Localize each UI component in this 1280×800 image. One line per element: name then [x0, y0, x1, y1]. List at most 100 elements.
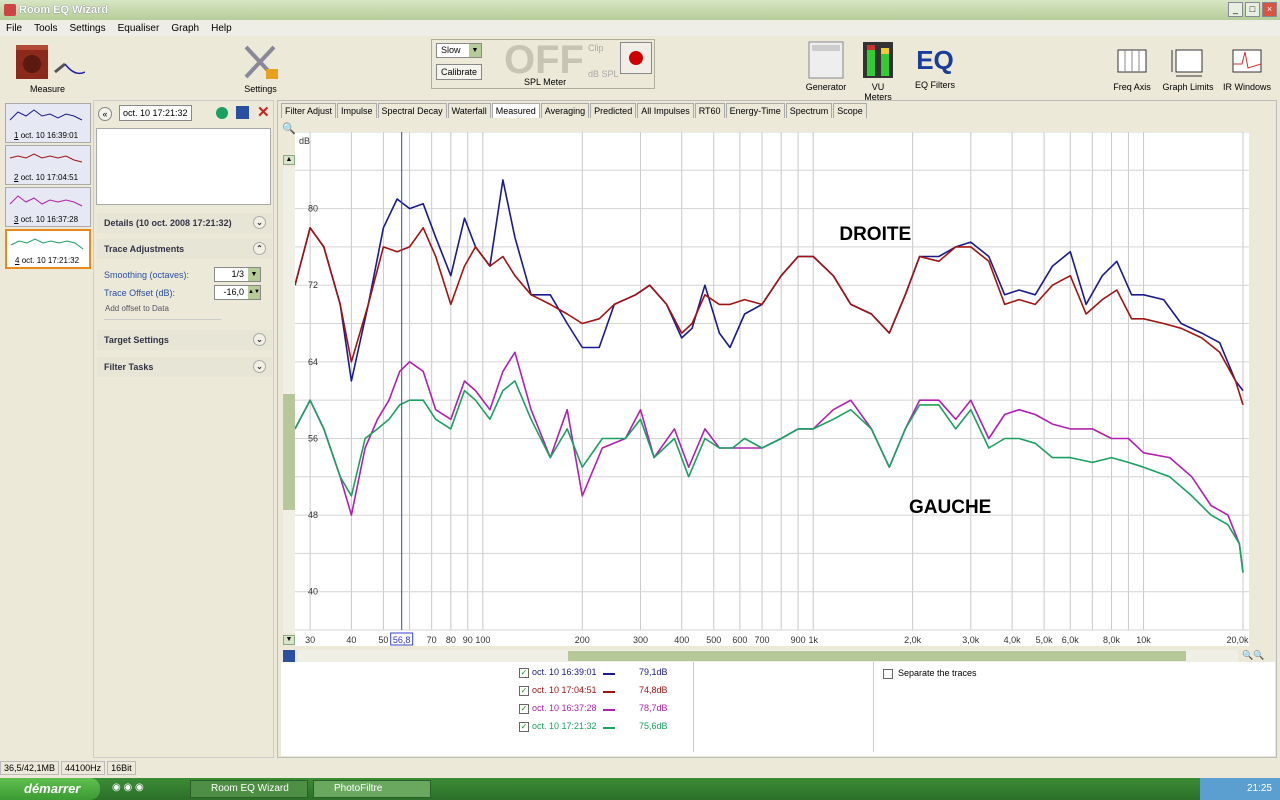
- save-graph-icon[interactable]: [283, 650, 295, 662]
- details-title: Details (10 oct. 2008 17:21:32): [104, 218, 232, 228]
- save-icon[interactable]: [236, 106, 249, 119]
- memory-status: 36,5/42,1MB: [0, 761, 60, 775]
- legend-label: oct. 10 17:04:51: [532, 685, 597, 695]
- x-tick-label: 200: [575, 635, 590, 645]
- x-tick-label: 100: [475, 635, 490, 645]
- x-tick-label: 600: [732, 635, 747, 645]
- spinner-arrows-icon[interactable]: ▲▼: [248, 286, 260, 299]
- menu-bar: File Tools Settings Equaliser Graph Help: [0, 20, 1280, 36]
- spl-meter-label: SPL Meter: [524, 77, 567, 87]
- legend-checkbox[interactable]: ✓: [519, 668, 529, 678]
- minimize-button[interactable]: _: [1228, 2, 1243, 17]
- taskbar-item-roomeq[interactable]: Room EQ Wizard: [190, 780, 308, 798]
- tab-waterfall[interactable]: Waterfall: [447, 103, 491, 118]
- y-tick-label: 56: [308, 433, 318, 443]
- status-bar: 36,5/42,1MB 44100Hz 16Bit: [0, 760, 1280, 776]
- trace-item-4-selected[interactable]: 4 oct. 10 17:21:32: [5, 229, 91, 269]
- tools-icon: [244, 45, 278, 79]
- quick-launch-icons[interactable]: ◉ ◉ ◉: [112, 782, 172, 796]
- zoom-in-icon[interactable]: 🔍: [282, 122, 296, 135]
- horizontal-scrollbar[interactable]: [298, 650, 1238, 662]
- vertical-scrollbar[interactable]: [283, 167, 295, 633]
- menu-tools[interactable]: Tools: [28, 23, 63, 34]
- eq-filters-button[interactable]: EQ EQ Filters: [910, 40, 960, 90]
- legend-checkbox[interactable]: ✓: [519, 686, 529, 696]
- generator-button[interactable]: Generator: [805, 40, 847, 92]
- legend-checkbox[interactable]: ✓: [519, 722, 529, 732]
- trace-item-3[interactable]: 3 oct. 10 16:37:28: [5, 187, 91, 227]
- x-tick-label: 900: [791, 635, 806, 645]
- bit-depth-status: 16Bit: [107, 761, 136, 775]
- x-tick-label: 90: [463, 635, 473, 645]
- target-settings-header[interactable]: Target Settings ⌄: [97, 330, 272, 350]
- measure-button[interactable]: Measure: [10, 42, 86, 94]
- graph-limits-button[interactable]: Graph Limits: [1160, 40, 1216, 92]
- separate-traces-checkbox[interactable]: [883, 669, 893, 679]
- menu-settings[interactable]: Settings: [63, 23, 111, 34]
- trace-num: 3: [14, 215, 19, 224]
- menu-help[interactable]: Help: [205, 23, 238, 34]
- menu-graph[interactable]: Graph: [165, 23, 205, 34]
- trace-item-2[interactable]: 2 oct. 10 17:04:51: [5, 145, 91, 185]
- tab-rt60[interactable]: RT60: [694, 103, 725, 118]
- filter-tasks-header[interactable]: Filter Tasks ⌄: [97, 357, 272, 377]
- legend-list: ✓ oct. 10 16:39:01 79,1dB ✓ oct. 10 17:04:51…: [519, 666, 679, 738]
- series-line-2: [294, 227, 1244, 406]
- delete-icon[interactable]: ✕: [257, 103, 270, 121]
- tab-spectral-decay[interactable]: Spectral Decay: [377, 103, 447, 118]
- trace-adjustments-header[interactable]: Trace Adjustments ⌃: [97, 239, 272, 259]
- tab-filter-adjust[interactable]: Filter Adjust: [281, 103, 337, 118]
- start-button[interactable]: démarrer: [0, 778, 100, 800]
- x-tick-label: 2,0k: [904, 635, 922, 645]
- smoothing-value: 1/3: [231, 269, 244, 279]
- tab-spectrum[interactable]: Spectrum: [785, 103, 833, 118]
- speaker-mic-icon: [16, 45, 86, 79]
- cursor-label: 56,8: [393, 635, 411, 645]
- vertical-scroll-thumb[interactable]: [283, 394, 295, 510]
- scroll-up-icon[interactable]: ▲: [283, 155, 295, 165]
- trace-item-1[interactable]: 1 oct. 10 16:39:01: [5, 103, 91, 143]
- menu-equaliser[interactable]: Equaliser: [112, 23, 166, 34]
- taskbar-item-photofiltre[interactable]: PhotoFiltre: [313, 780, 431, 798]
- settings-button[interactable]: Settings: [238, 42, 283, 94]
- collapse-left-icon[interactable]: «: [98, 107, 112, 121]
- scroll-down-icon[interactable]: ▼: [283, 635, 295, 645]
- details-section-header[interactable]: Details (10 oct. 2008 17:21:32) ⌄: [97, 213, 272, 233]
- calibrate-button[interactable]: Calibrate: [436, 64, 482, 80]
- x-tick-label: 30: [305, 635, 315, 645]
- trace-name-input[interactable]: oct. 10 17:21:32: [119, 105, 192, 121]
- sample-rate-status: 44100Hz: [61, 761, 106, 775]
- add-offset-link[interactable]: Add offset to Data: [105, 304, 169, 313]
- menu-file[interactable]: File: [0, 23, 28, 34]
- notes-textarea[interactable]: [96, 128, 271, 205]
- smoothing-select[interactable]: 1/3 ▼: [214, 267, 261, 282]
- tab-impulse[interactable]: Impulse: [337, 103, 377, 118]
- speed-select[interactable]: Slow ▼: [436, 43, 482, 58]
- x-tick-label: 80: [446, 635, 456, 645]
- tab-all-impulses[interactable]: All Impulses: [637, 103, 694, 118]
- vu-meters-button[interactable]: VU Meters: [857, 40, 899, 102]
- tab-energy-time[interactable]: Energy-Time: [725, 103, 785, 118]
- y-tick-label: 72: [308, 280, 318, 290]
- tab-averaging[interactable]: Averaging: [540, 103, 590, 118]
- y-tick-label: 40: [308, 587, 318, 597]
- tab-scope[interactable]: Scope: [833, 103, 867, 118]
- zoom-controls-icon[interactable]: 🔍🔍: [1242, 650, 1272, 662]
- x-tick-label: 4,0k: [1004, 635, 1022, 645]
- ir-windows-button[interactable]: IR Windows: [1222, 40, 1272, 92]
- trace-color-icon[interactable]: [216, 107, 228, 119]
- trace-num: 2: [14, 173, 19, 182]
- tab-predicted[interactable]: Predicted: [590, 103, 637, 118]
- frequency-response-plot[interactable]: dB 40 48 56 64 72 80 30 40 50 70 80 90 100 200 300 400 50…: [294, 131, 1260, 646]
- legend-checkbox[interactable]: ✓: [519, 704, 529, 714]
- legend-row: ✓ oct. 10 17:21:32 75,6dB: [519, 720, 679, 738]
- maximize-button[interactable]: □: [1245, 2, 1260, 17]
- close-button[interactable]: ×: [1262, 2, 1277, 17]
- offset-spinner[interactable]: -16,0 ▲▼: [214, 285, 261, 300]
- horizontal-scroll-thumb[interactable]: [568, 651, 1186, 661]
- trace-num: 1: [14, 131, 19, 140]
- record-button[interactable]: [620, 42, 652, 74]
- freq-axis-label: Freq Axis: [1113, 82, 1151, 92]
- tab-measured[interactable]: Measured: [491, 103, 540, 118]
- freq-axis-button[interactable]: Freq Axis: [1108, 40, 1156, 92]
